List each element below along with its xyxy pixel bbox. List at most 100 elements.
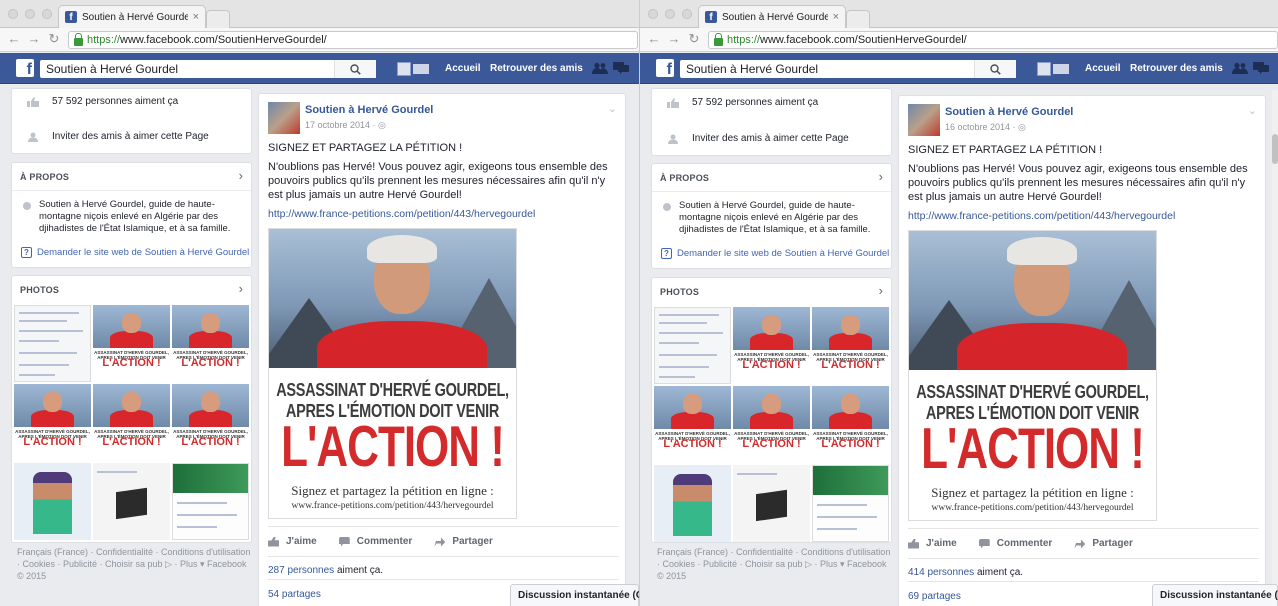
find-friends-link[interactable]: Retrouver des amis [490,63,583,74]
photo-thumbnail[interactable]: ASSASSINAT D'HERVÉ GOURDEL, APRES L'ÉMOT… [93,305,170,382]
post-date[interactable]: 17 octobre 2014 · ◎ [305,120,386,131]
chevron-right-icon[interactable]: › [879,169,883,184]
browser-tab[interactable]: f Soutien à Hervé Gourdel × [58,5,206,28]
photo-thumbnail[interactable] [812,465,889,542]
home-link[interactable]: Accueil [1085,63,1121,74]
zoom-window-button[interactable] [42,9,52,19]
tab-close-icon[interactable]: × [833,11,839,23]
photo-thumbnail[interactable] [654,465,731,542]
close-window-button[interactable] [648,9,658,19]
new-tab-button[interactable] [846,10,870,28]
photo-thumbnail[interactable] [733,465,810,542]
like-label: J'aime [926,538,957,549]
petition-poster-image[interactable]: ASSASSINAT D'HERVÉ GOURDEL, APRES L'ÉMOT… [268,228,517,519]
profile-link[interactable] [1037,62,1071,76]
chevron-down-icon[interactable]: ⌄ [608,102,617,115]
zoom-window-button[interactable] [682,9,692,19]
chevron-right-icon[interactable]: › [879,283,883,298]
profile-link[interactable] [397,62,431,76]
post-page-name[interactable]: Soutien à Hervé Gourdel [305,104,433,116]
back-arrow-icon[interactable]: ← [6,31,22,47]
photo-thumbnail[interactable]: ASSASSINAT D'HERVÉ GOURDEL, APRES L'ÉMOT… [654,386,731,463]
search-button[interactable] [334,60,376,78]
photo-thumbnail[interactable]: ASSASSINAT D'HERVÉ GOURDEL, APRES L'ÉMOT… [812,386,889,463]
facebook-logo-icon[interactable]: f [16,59,34,78]
chevron-down-icon[interactable]: ⌄ [1248,104,1257,117]
request-website-link[interactable]: ? Demander le site web de Soutien à Herv… [661,248,889,259]
photo-thumbnail[interactable] [93,463,170,540]
search-input[interactable] [680,62,974,76]
comment-button[interactable]: Commenter [978,538,1052,549]
like-button[interactable]: J'aime [268,536,317,547]
photo-thumbnail[interactable]: ASSASSINAT D'HERVÉ GOURDEL, APRES L'ÉMOT… [93,384,170,461]
forward-arrow-icon[interactable]: → [26,31,42,47]
photo-thumbnail[interactable]: ASSASSINAT D'HERVÉ GOURDEL, APRES L'ÉMOT… [14,384,91,461]
chevron-right-icon[interactable]: › [239,281,243,296]
friend-requests-icon[interactable] [1232,62,1248,74]
reload-icon[interactable]: ↻ [46,31,62,47]
petition-link[interactable]: http://www.france-petitions.com/petition… [908,210,1175,222]
comment-button[interactable]: Commenter [338,536,412,547]
browser-tab[interactable]: f Soutien à Hervé Gourdel × [698,5,846,28]
photo-thumbnail[interactable] [14,305,91,382]
footer-links[interactable]: Français (France) · Confidentialité · Co… [657,546,893,582]
invite-friends-link[interactable]: Inviter des amis à aimer cette Page [692,133,849,144]
new-tab-button[interactable] [206,10,230,28]
share-button[interactable]: Partager [1074,538,1133,549]
photo-thumbnail[interactable] [172,463,249,540]
page-avatar[interactable] [908,104,940,136]
search-input[interactable] [40,62,334,76]
tab-bar: f Soutien à Hervé Gourdel × [0,0,639,28]
scrollbar[interactable] [1272,90,1278,606]
chat-sidebar-toggle[interactable]: Discussion instantanée (Off) [1152,584,1278,606]
info-icon [23,202,31,210]
request-website-link[interactable]: ? Demander le site web de Soutien à Herv… [21,247,249,258]
messages-icon[interactable] [1253,62,1269,74]
invite-row[interactable]: Inviter des amis à aimer cette Page [26,131,209,142]
petition-link[interactable]: http://www.france-petitions.com/petition… [268,208,535,220]
photo-thumbnail[interactable] [654,307,731,384]
tab-close-icon[interactable]: × [193,11,199,23]
post-date[interactable]: 16 octobre 2014 · ◎ [945,122,1026,133]
search-button[interactable] [974,60,1016,78]
footer-links[interactable]: Français (France) · Confidentialité · Co… [17,546,253,582]
forward-arrow-icon[interactable]: → [666,31,682,47]
about-heading: À PROPOS [660,173,710,183]
back-arrow-icon[interactable]: ← [646,31,662,47]
page-avatar[interactable] [268,102,300,134]
minimize-window-button[interactable] [665,9,675,19]
photo-thumbnail[interactable] [14,463,91,540]
minimize-window-button[interactable] [25,9,35,19]
photo-thumbnail[interactable]: ASSASSINAT D'HERVÉ GOURDEL, APRES L'ÉMOT… [172,384,249,461]
photo-thumbnail[interactable]: ASSASSINAT D'HERVÉ GOURDEL, APRES L'ÉMOT… [733,307,810,384]
like-icon [908,538,919,549]
friend-requests-icon[interactable] [592,62,608,74]
address-bar[interactable]: https://www.facebook.com/SoutienHerveGou… [708,31,1278,49]
photo-thumbnail[interactable]: ASSASSINAT D'HERVÉ GOURDEL, APRES L'ÉMOT… [172,305,249,382]
invite-friends-link[interactable]: Inviter des amis à aimer cette Page [52,131,209,142]
chat-sidebar-toggle[interactable]: Discussion instantanée (Off) [510,584,639,606]
close-window-button[interactable] [8,9,18,19]
poster-url: www.france-petitions.com/petition/443/he… [931,503,1134,513]
chevron-right-icon[interactable]: › [239,168,243,183]
invite-row[interactable]: Inviter des amis à aimer cette Page [666,133,849,144]
question-icon: ? [21,247,32,258]
post-page-name[interactable]: Soutien à Hervé Gourdel [945,106,1073,118]
home-link[interactable]: Accueil [445,63,481,74]
likes-count-link[interactable]: 414 personnes [908,567,974,578]
find-friends-link[interactable]: Retrouver des amis [1130,63,1223,74]
scrollbar-thumb[interactable] [1272,134,1278,164]
divider [652,191,891,192]
address-bar[interactable]: https://www.facebook.com/SoutienHerveGou… [68,31,638,49]
facebook-logo-icon[interactable]: f [656,59,674,78]
photo-thumbnail[interactable]: ASSASSINAT D'HERVÉ GOURDEL, APRES L'ÉMOT… [812,307,889,384]
photo-thumbnail[interactable]: ASSASSINAT D'HERVÉ GOURDEL, APRES L'ÉMOT… [733,386,810,463]
like-button[interactable]: J'aime [908,538,957,549]
messages-icon[interactable] [613,62,629,74]
thumbnail-title: L'ACTION ! [821,437,880,450]
reload-icon[interactable]: ↻ [686,31,702,47]
poster-photo [269,229,516,368]
share-button[interactable]: Partager [434,536,493,547]
likes-count-link[interactable]: 287 personnes [268,565,334,576]
petition-poster-image[interactable]: ASSASSINAT D'HERVÉ GOURDEL, APRES L'ÉMOT… [908,230,1157,521]
